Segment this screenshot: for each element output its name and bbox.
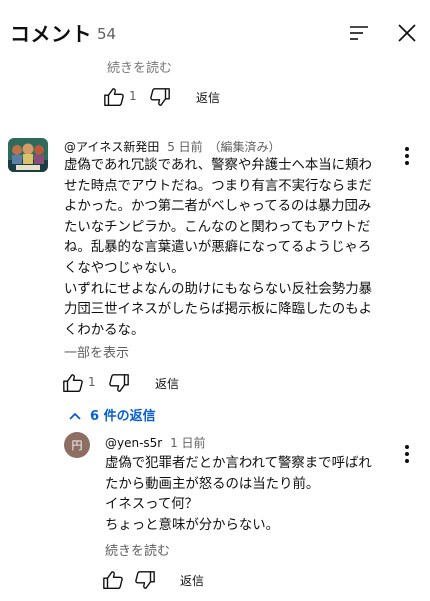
reply-author[interactable]: @yen-s5r bbox=[105, 436, 162, 450]
comments-header: コメント 54 bbox=[0, 0, 430, 64]
reply-actions: 返信 bbox=[102, 569, 282, 593]
reply-button[interactable]: 返信 bbox=[196, 89, 220, 106]
thumbs-up-icon bbox=[103, 571, 123, 589]
comment-text: 虚偽であれ冗談であれ、警察や弁護士へ本当に頬わ せた時点でアウトだね。つまり有言… bbox=[64, 156, 394, 341]
comment-time[interactable]: 5 日前 bbox=[167, 140, 202, 154]
read-more-link[interactable]: 続きを読む bbox=[105, 540, 170, 559]
read-more-link[interactable]: 続きを読む bbox=[107, 57, 172, 76]
reply-line: ちょっと意味が分からない。 bbox=[105, 517, 280, 533]
dislike-button[interactable] bbox=[149, 86, 171, 108]
thumbs-down-icon bbox=[150, 88, 170, 106]
more-vert-icon bbox=[405, 147, 409, 165]
prev-comment-actions: 1 返信 bbox=[103, 86, 283, 110]
thumbs-up-icon bbox=[104, 88, 124, 106]
comment-actions: 1 返信 bbox=[62, 372, 242, 396]
comment-line: ね。乱暴的な言葉遣いが悪癖になってるようじゃろ bbox=[64, 240, 372, 256]
thumbs-up-icon bbox=[63, 374, 83, 392]
close-icon bbox=[398, 24, 416, 42]
sort-button[interactable] bbox=[346, 20, 372, 46]
more-vert-icon bbox=[405, 445, 409, 463]
show-less-link[interactable]: 一部を表示 bbox=[64, 342, 129, 361]
reply-avatar[interactable]: 円 bbox=[64, 432, 90, 458]
reply-button[interactable]: 返信 bbox=[155, 375, 179, 392]
comment-menu-button[interactable] bbox=[400, 145, 414, 167]
sort-icon bbox=[350, 26, 368, 40]
comment-line: よかった。かつ第二者がべしゃってるのは暴力団み bbox=[64, 199, 372, 215]
close-button[interactable] bbox=[394, 20, 420, 46]
replies-toggle-button[interactable]: 6 件の返信 bbox=[68, 405, 156, 425]
reply-avatar-letter: 円 bbox=[71, 439, 83, 452]
like-button[interactable] bbox=[62, 372, 84, 394]
comment-line: せた時点でアウトだね。つまり有言不実行ならまだ bbox=[64, 178, 372, 194]
avatar[interactable] bbox=[8, 138, 48, 172]
comments-title: コメント bbox=[10, 22, 92, 46]
reply-text: 虚偽で犯罪者だとか言われて警察まで呼ばれ たから動画主が怒るのは当たり前。 イネ… bbox=[105, 454, 395, 536]
like-count: 1 bbox=[129, 89, 137, 103]
reply-time[interactable]: 1 日前 bbox=[170, 436, 205, 450]
dislike-button[interactable] bbox=[134, 569, 156, 591]
like-button[interactable] bbox=[102, 569, 124, 591]
comment-line: いずれにせよなんの助けにもならない反社会勢力暴 bbox=[64, 281, 372, 297]
edited-label: （編集済み） bbox=[208, 140, 281, 154]
comment-line: くわかるな。 bbox=[64, 322, 145, 338]
reply-author-line: @yen-s5r 1 日前 bbox=[105, 434, 206, 451]
reply-line: たから動画主が怒るのは当たり前。 bbox=[105, 476, 320, 492]
comments-count: 54 bbox=[97, 25, 117, 43]
replies-count-label: 6 件の返信 bbox=[90, 409, 156, 424]
reply-line: 虚偽で犯罪者だとか言われて警察まで呼ばれ bbox=[105, 456, 372, 471]
reply-button[interactable]: 返信 bbox=[180, 572, 204, 589]
like-count: 1 bbox=[88, 375, 96, 389]
reply-menu-button[interactable] bbox=[400, 443, 414, 465]
reply-line: イネスって何？ bbox=[105, 497, 199, 513]
channel-avatar-image bbox=[8, 138, 48, 172]
comment-line: 虚偽であれ冗談であれ、警察や弁護士へ本当に頬わ bbox=[64, 158, 372, 173]
thumbs-down-icon bbox=[109, 374, 129, 392]
comment-line: くなやつじゃない。 bbox=[64, 260, 185, 276]
comment-line: 力団三世イネスがしたらば掲示板に降臨したのもよ bbox=[64, 302, 372, 318]
like-button[interactable] bbox=[103, 86, 125, 108]
comment-line: たいなチンピラか。こんなのと関わってもアウトだ bbox=[64, 219, 371, 235]
comment-author-line: @アイネス新発田 5 日前 （編集済み） bbox=[64, 138, 281, 155]
dislike-button[interactable] bbox=[108, 372, 130, 394]
thumbs-down-icon bbox=[135, 571, 155, 589]
comment-author[interactable]: @アイネス新発田 bbox=[64, 140, 159, 154]
chevron-up-icon bbox=[69, 412, 81, 420]
